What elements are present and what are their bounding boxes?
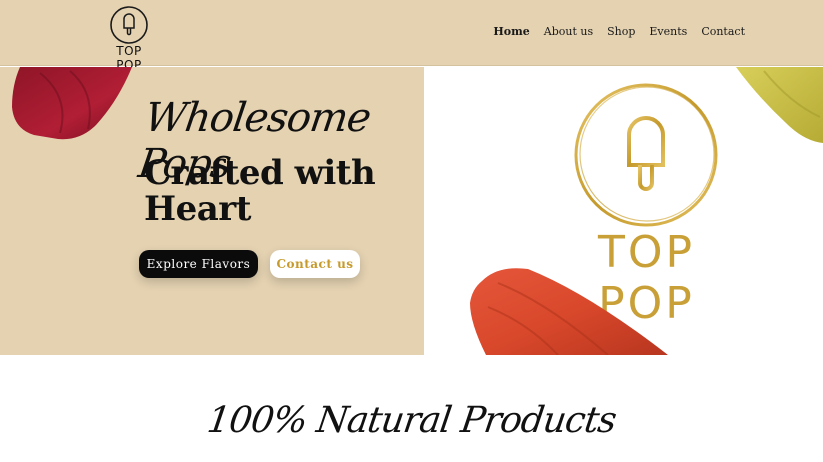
popsicle-icon [110, 6, 148, 44]
main-nav: Home About us Shop Events Contact [493, 25, 745, 38]
berry-popsicle-image [12, 67, 132, 140]
contact-us-button[interactable]: Contact us [270, 250, 360, 278]
nav-events[interactable]: Events [649, 25, 687, 38]
hero-title: Crafted with Heart [144, 153, 376, 229]
natural-products-heading: 100% Natural Products [204, 400, 619, 441]
nav-about-us[interactable]: About us [544, 25, 593, 38]
hero-right-panel: TOP POP [424, 67, 823, 355]
explore-flavors-button[interactable]: Explore Flavors [139, 250, 258, 278]
nav-home[interactable]: Home [493, 25, 529, 38]
nav-contact[interactable]: Contact [701, 25, 745, 38]
brand-logo[interactable]: TOP POP [104, 6, 154, 72]
red-popsicle-image [470, 268, 668, 355]
yellow-popsicle-image [736, 67, 823, 143]
site-header: TOP POP Home About us Shop Events Contac… [0, 0, 823, 72]
nav-shop[interactable]: Shop [607, 25, 635, 38]
hero-left-panel: Wholesome Pops Crafted with Heart Explor… [0, 67, 424, 355]
